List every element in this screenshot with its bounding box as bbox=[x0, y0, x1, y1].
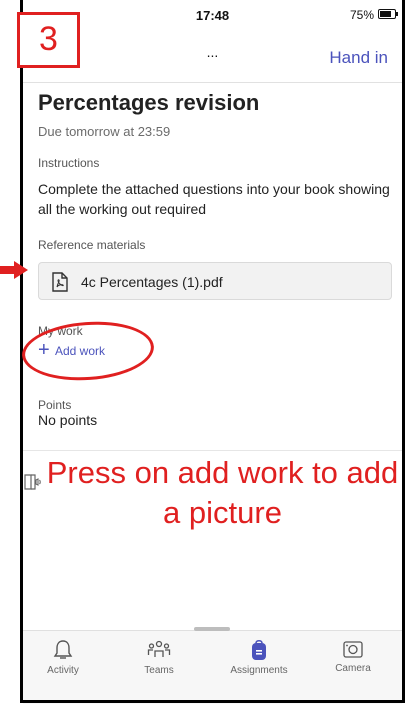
step-number: 3 bbox=[39, 20, 58, 58]
points-label: Points bbox=[38, 398, 72, 412]
hand-in-button[interactable]: Hand in bbox=[329, 48, 388, 68]
camera-icon bbox=[313, 639, 393, 659]
tab-assignments[interactable]: Assignments bbox=[219, 639, 299, 676]
pdf-file-icon bbox=[51, 272, 69, 297]
reference-file-card[interactable]: 4c Percentages (1).pdf bbox=[38, 262, 392, 300]
tab-teams-label: Teams bbox=[144, 665, 174, 676]
tab-activity[interactable]: Activity bbox=[23, 639, 103, 676]
points-value: No points bbox=[38, 412, 98, 428]
teams-icon bbox=[119, 639, 199, 661]
tutorial-instruction: Press on add work to add a picture bbox=[46, 455, 399, 530]
instructions-text: Complete the attached questions into you… bbox=[38, 181, 390, 217]
due-date: Due tomorrow at 23:59 bbox=[38, 124, 171, 139]
step-number-box: 3 bbox=[17, 12, 80, 68]
assignments-icon bbox=[219, 639, 299, 661]
bottom-tab-bar: Activity Teams Assignments Camera bbox=[23, 627, 402, 704]
battery-percent: 75% bbox=[349, 8, 374, 22]
section-divider bbox=[23, 450, 402, 451]
tab-camera-label: Camera bbox=[335, 663, 371, 674]
reference-file-name: 4c Percentages (1).pdf bbox=[81, 274, 223, 290]
battery-icon bbox=[378, 9, 398, 19]
tab-camera[interactable]: Camera bbox=[313, 639, 393, 674]
tab-activity-label: Activity bbox=[47, 665, 79, 676]
drag-handle[interactable] bbox=[194, 627, 230, 631]
bell-icon bbox=[23, 639, 103, 661]
tab-teams[interactable]: Teams bbox=[119, 639, 199, 676]
arrow-indicator-head bbox=[14, 261, 28, 279]
assignment-title: Percentages revision bbox=[38, 90, 260, 115]
reference-materials-label: Reference materials bbox=[38, 238, 146, 252]
tab-assignments-label: Assignments bbox=[230, 665, 288, 676]
instructions-label: Instructions bbox=[38, 156, 100, 170]
